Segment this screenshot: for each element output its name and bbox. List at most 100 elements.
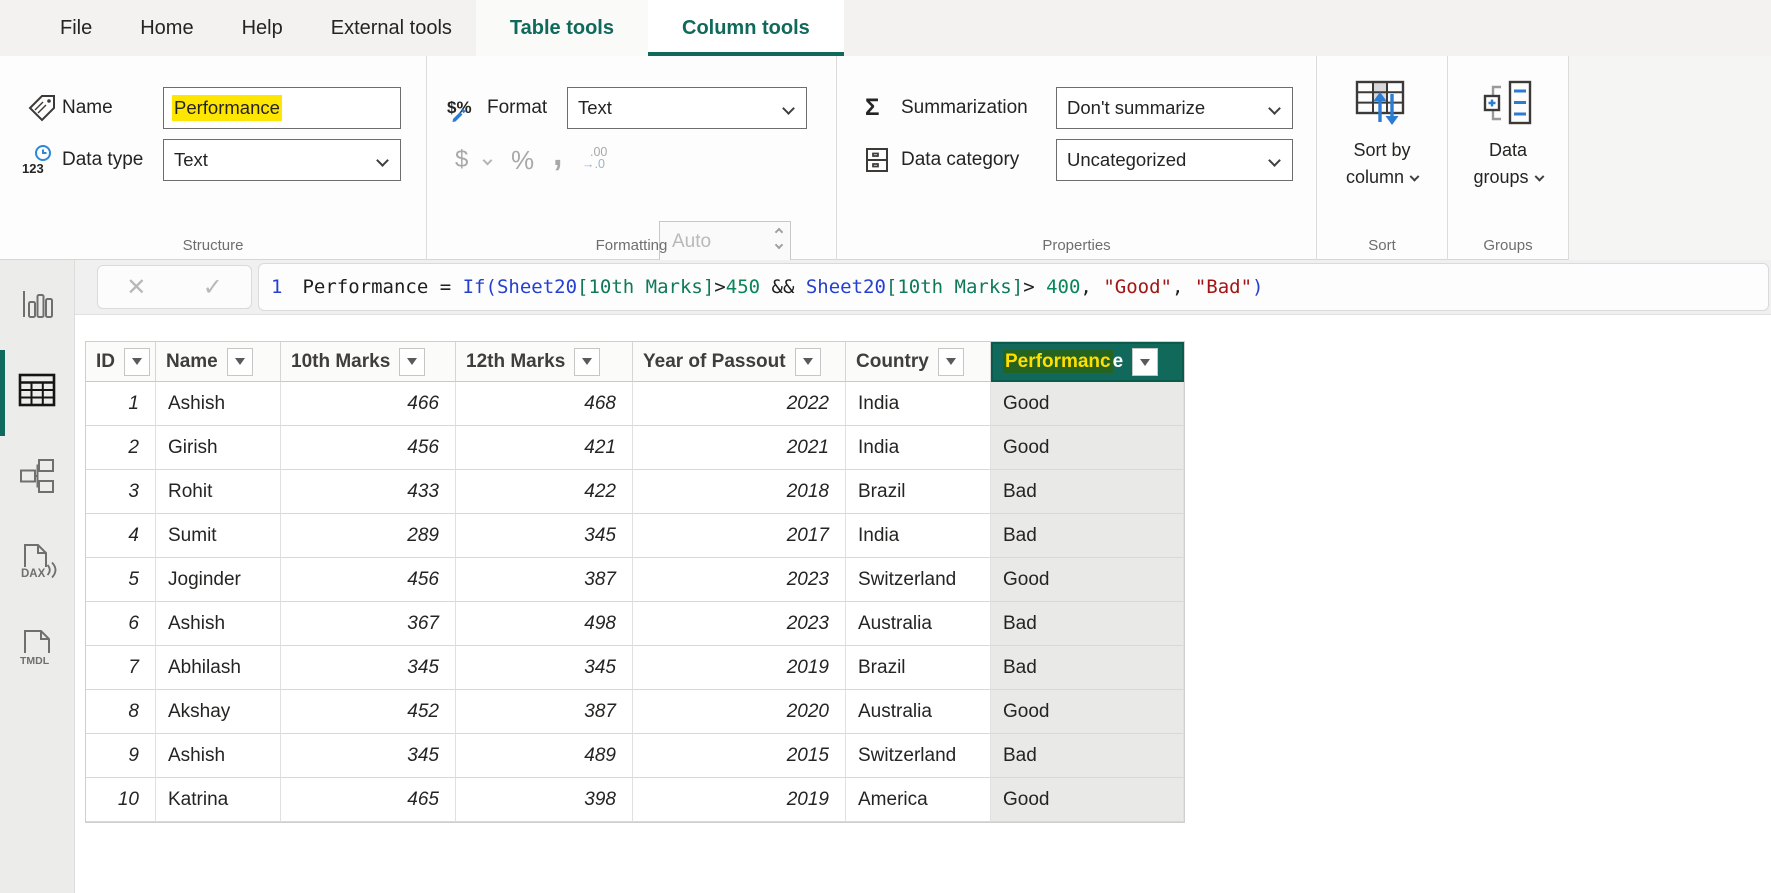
data-type-select[interactable]: Text [163,139,401,181]
percent-format-button[interactable]: % [511,138,534,182]
tab-column-tools[interactable]: Column tools [648,0,844,56]
table-cell[interactable]: 2023 [633,602,846,646]
filter-dropdown-icon[interactable] [795,348,821,376]
table-cell[interactable]: 452 [281,690,456,734]
sidebar-item-tmdl-view[interactable]: TMDL [0,630,74,670]
table-cell[interactable]: 6 [86,602,156,646]
table-cell[interactable]: Ashish [156,734,281,778]
table-cell[interactable]: 2015 [633,734,846,778]
filter-dropdown-icon[interactable] [399,348,425,376]
table-row[interactable]: 9Ashish3454892015SwitzerlandBad [86,734,1184,778]
table-cell[interactable]: 2021 [633,426,846,470]
table-row[interactable]: 4Sumit2893452017IndiaBad [86,514,1184,558]
currency-format-button[interactable]: $ [455,138,468,182]
table-cell[interactable]: 345 [281,646,456,690]
table-cell[interactable]: 422 [456,470,633,514]
filter-dropdown-icon[interactable] [1132,348,1158,376]
table-row[interactable]: 2Girish4564212021IndiaGood [86,426,1184,470]
table-cell[interactable]: Bad [991,602,1184,646]
table-cell[interactable]: 5 [86,558,156,602]
table-cell[interactable]: 7 [86,646,156,690]
table-cell[interactable]: Good [991,690,1184,734]
tab-file[interactable]: File [36,0,116,56]
column-name-input[interactable]: Performance [163,87,401,129]
table-cell[interactable]: Abhilash [156,646,281,690]
table-cell[interactable]: Good [991,382,1184,426]
decimal-places-icon[interactable]: .00 →.0 [582,146,607,170]
table-cell[interactable]: 345 [456,646,633,690]
table-cell[interactable]: Bad [991,514,1184,558]
table-cell[interactable]: 1 [86,382,156,426]
table-cell[interactable]: 4 [86,514,156,558]
table-cell[interactable]: India [846,382,991,426]
column-header-performance[interactable]: Performance [991,342,1184,382]
table-row[interactable]: 6Ashish3674982023AustraliaBad [86,602,1184,646]
table-cell[interactable]: Bad [991,734,1184,778]
table-cell[interactable]: Bad [991,646,1184,690]
table-cell[interactable]: 387 [456,690,633,734]
tab-table-tools[interactable]: Table tools [476,0,648,56]
table-cell[interactable]: 466 [281,382,456,426]
table-cell[interactable]: 10 [86,778,156,822]
table-cell[interactable]: 468 [456,382,633,426]
currency-chevron-icon[interactable] [484,138,491,182]
column-header-id[interactable]: ID [86,342,156,382]
sidebar-item-model-view[interactable] [0,458,74,498]
table-cell[interactable]: Australia [846,602,991,646]
table-cell[interactable]: Joginder [156,558,281,602]
summarization-select[interactable]: Don't summarize [1056,87,1293,129]
table-cell[interactable]: 367 [281,602,456,646]
table-cell[interactable]: 456 [281,558,456,602]
table-cell[interactable]: 2020 [633,690,846,734]
column-header-country[interactable]: Country [846,342,991,382]
tab-external-tools[interactable]: External tools [307,0,476,56]
table-cell[interactable]: Australia [846,690,991,734]
table-cell[interactable]: 398 [456,778,633,822]
table-cell[interactable]: 465 [281,778,456,822]
table-row[interactable]: 8Akshay4523872020AustraliaGood [86,690,1184,734]
table-cell[interactable]: 421 [456,426,633,470]
table-cell[interactable]: Switzerland [846,558,991,602]
table-cell[interactable]: 2017 [633,514,846,558]
table-cell[interactable]: America [846,778,991,822]
table-cell[interactable]: India [846,514,991,558]
table-cell[interactable]: Bad [991,470,1184,514]
table-cell[interactable]: 345 [281,734,456,778]
table-cell[interactable]: Ashish [156,382,281,426]
table-cell[interactable]: 489 [456,734,633,778]
commit-formula-button[interactable]: ✓ [203,273,223,302]
formula-input[interactable]: 1 Performance = If(Sheet20[10th Marks]>4… [258,263,1769,311]
cancel-formula-button[interactable]: ✕ [126,273,146,302]
table-cell[interactable]: Ashish [156,602,281,646]
table-cell[interactable]: 2023 [633,558,846,602]
filter-dropdown-icon[interactable] [124,348,150,376]
data-groups-button[interactable]: Data groups [1452,78,1564,191]
table-cell[interactable]: Rohit [156,470,281,514]
table-cell[interactable]: 289 [281,514,456,558]
table-cell[interactable]: 433 [281,470,456,514]
table-cell[interactable]: 8 [86,690,156,734]
thousands-separator-button[interactable]: , [553,132,562,176]
table-row[interactable]: 10Katrina4653982019AmericaGood [86,778,1184,822]
column-header-10th-marks[interactable]: 10th Marks [281,342,456,382]
sidebar-item-dax-query-view[interactable]: DAX [0,544,74,584]
table-row[interactable]: 1Ashish4664682022IndiaGood [86,382,1184,426]
column-header-year-of-passout[interactable]: Year of Passout [633,342,846,382]
table-cell[interactable]: Good [991,778,1184,822]
table-row[interactable]: 7Abhilash3453452019BrazilBad [86,646,1184,690]
table-cell[interactable]: Sumit [156,514,281,558]
table-cell[interactable]: 456 [281,426,456,470]
table-cell[interactable]: 2019 [633,778,846,822]
table-cell[interactable]: 387 [456,558,633,602]
table-cell[interactable]: 9 [86,734,156,778]
table-cell[interactable]: Akshay [156,690,281,734]
tab-home[interactable]: Home [116,0,217,56]
format-select[interactable]: Text [567,87,807,129]
table-cell[interactable]: Good [991,558,1184,602]
filter-dropdown-icon[interactable] [227,348,253,376]
table-row[interactable]: 5Joginder4563872023SwitzerlandGood [86,558,1184,602]
table-cell[interactable]: Switzerland [846,734,991,778]
table-cell[interactable]: India [846,426,991,470]
data-category-select[interactable]: Uncategorized [1056,139,1293,181]
table-cell[interactable]: 498 [456,602,633,646]
